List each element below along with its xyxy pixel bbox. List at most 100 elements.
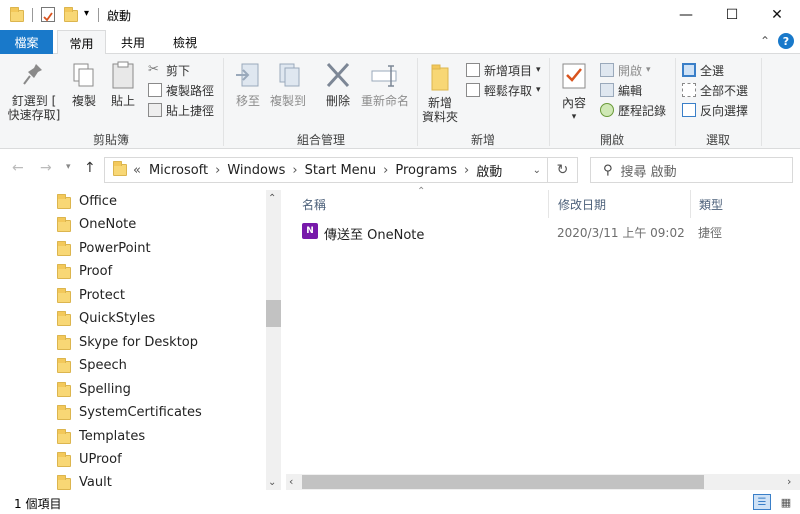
history-label: 歷程記錄	[618, 103, 667, 118]
breadcrumb-separator[interactable]: ›	[215, 163, 220, 178]
paste-shortcut-button[interactable]: 貼上捷徑	[148, 100, 214, 120]
breadcrumb-separator[interactable]: ›	[464, 163, 469, 178]
tree-item-skype[interactable]: Skype for Desktop	[57, 331, 198, 354]
breadcrumb-item[interactable]: Windows	[227, 163, 285, 178]
select-none-button[interactable]: 全部不選	[682, 80, 748, 100]
tab-file[interactable]: 檔案	[0, 30, 53, 54]
column-divider[interactable]	[690, 190, 691, 218]
breadcrumb-item[interactable]: Microsoft	[149, 163, 208, 178]
table-row[interactable]: N 傳送至 OneNote 2020/3/11 上午 09:02 捷徑	[300, 222, 790, 243]
scroll-right-icon[interactable]: ›	[787, 475, 791, 488]
copy-to-label: 複製到	[269, 94, 306, 108]
tab-home[interactable]: 常用	[57, 30, 106, 55]
invert-selection-label: 反向選擇	[700, 103, 749, 118]
new-folder-button[interactable]: 新增 資料夾	[420, 60, 460, 124]
back-arrow-icon[interactable]: ←	[12, 160, 24, 176]
window-title: 啟動	[107, 9, 132, 23]
new-folder-quick-icon[interactable]	[64, 7, 80, 26]
customize-quick-access-icon[interactable]: ▾	[84, 8, 89, 19]
column-header-type[interactable]: 類型	[699, 196, 723, 213]
large-icons-view-icon[interactable]: ▦	[777, 494, 795, 510]
breadcrumb-separator[interactable]: ›	[292, 163, 297, 178]
tab-share[interactable]: 共用	[110, 30, 156, 54]
tree-item-proof[interactable]: Proof	[57, 260, 112, 283]
address-bar[interactable]: « Microsoft › Windows › Start Menu › Pro…	[104, 157, 548, 183]
up-arrow-icon[interactable]: ↑	[84, 160, 96, 176]
folder-icon	[57, 429, 71, 444]
paste-label: 貼上	[110, 94, 135, 108]
copy-button[interactable]: 複製	[66, 60, 102, 108]
paste-button[interactable]: 貼上	[104, 60, 142, 108]
column-divider[interactable]	[548, 190, 549, 218]
history-button[interactable]: 歷程記錄	[600, 100, 666, 120]
copy-to-icon	[279, 63, 300, 87]
scroll-left-icon[interactable]: ‹	[289, 475, 293, 488]
nav-pane-scrollbar[interactable]	[266, 190, 281, 490]
tree-item-speech[interactable]: Speech	[57, 354, 127, 377]
breadcrumb-separator[interactable]: ›	[383, 163, 388, 178]
properties-quick-icon[interactable]	[41, 7, 55, 22]
tree-item-protect[interactable]: Protect	[57, 284, 125, 307]
easy-access-button[interactable]: 輕鬆存取 ▾	[466, 80, 541, 100]
tree-item-templates[interactable]: Templates	[57, 425, 145, 448]
move-to-label: 移至	[235, 94, 260, 108]
invert-selection-button[interactable]: 反向選擇	[682, 100, 748, 120]
breadcrumb-overflow-icon[interactable]: «	[133, 163, 141, 178]
tree-item-onenote[interactable]: OneNote	[57, 213, 136, 236]
search-input[interactable]: 搜尋 啟動	[621, 161, 677, 180]
scroll-up-icon[interactable]: ⌃	[268, 193, 276, 204]
move-to-icon	[236, 63, 259, 87]
details-view-icon[interactable]: ☰	[753, 494, 771, 510]
tree-item-label: Proof	[79, 264, 113, 279]
breadcrumb-item[interactable]: 啟動	[476, 161, 502, 180]
column-header-name[interactable]: 名稱	[302, 196, 326, 213]
search-box[interactable]: ⚲ 搜尋 啟動	[590, 157, 793, 183]
help-icon[interactable]: ?	[778, 33, 794, 49]
recent-locations-icon[interactable]: ▾	[66, 162, 71, 172]
minimize-button[interactable]: —	[663, 0, 709, 30]
address-dropdown-icon[interactable]: ⌄	[533, 165, 541, 176]
select-group-label: 選取	[705, 133, 730, 147]
paste-icon	[112, 61, 134, 89]
breadcrumb-item[interactable]: Programs	[395, 163, 457, 178]
horizontal-scroll-thumb[interactable]	[302, 475, 704, 489]
move-to-button[interactable]: 移至	[232, 60, 264, 108]
folder-icon	[57, 311, 71, 326]
edit-button[interactable]: 編輯	[600, 80, 666, 100]
navigation-pane[interactable]: Office OneNote PowerPoint Proof Protect …	[0, 188, 284, 491]
tree-item-powerpoint[interactable]: PowerPoint	[57, 237, 151, 260]
pin-quick-access-button[interactable]: 釘選到 [ 快速存取]	[2, 60, 66, 122]
new-item-icon	[466, 63, 480, 77]
cut-button[interactable]: ✂ 剪下	[148, 60, 214, 80]
tab-view[interactable]: 檢視	[162, 30, 208, 54]
collapse-ribbon-icon[interactable]: ⌃	[760, 34, 770, 48]
tree-item-quickstyles[interactable]: QuickStyles	[57, 307, 155, 330]
select-all-button[interactable]: 全選	[682, 60, 748, 80]
refresh-button[interactable]: ↻	[548, 157, 578, 183]
folder-icon	[57, 194, 71, 209]
forward-arrow-icon[interactable]: →	[40, 160, 52, 176]
delete-button[interactable]: 刪除	[322, 60, 354, 108]
new-item-button[interactable]: 新增項目 ▾	[466, 60, 541, 80]
properties-button[interactable]: 內容 ▾	[556, 60, 592, 124]
tree-item-office[interactable]: Office	[57, 190, 117, 213]
column-header-date[interactable]: 修改日期	[558, 196, 606, 213]
nav-pane-scroll-thumb[interactable]	[266, 300, 281, 327]
tree-item-spelling[interactable]: Spelling	[57, 378, 131, 401]
select-none-icon	[682, 83, 696, 97]
scroll-down-icon[interactable]: ⌄	[268, 477, 276, 488]
folder-icon	[57, 217, 71, 232]
tree-item-label: OneNote	[79, 217, 137, 232]
copy-to-button[interactable]: 複製到	[268, 60, 308, 108]
maximize-button[interactable]: ☐	[709, 0, 755, 30]
dropdown-arrow-icon: ▾	[646, 65, 651, 75]
rename-button[interactable]: 重新命名	[358, 60, 412, 108]
breadcrumb-item[interactable]: Start Menu	[305, 163, 377, 178]
new-folder-icon	[431, 64, 449, 91]
copy-path-button[interactable]: 複製路徑	[148, 80, 214, 100]
tree-item-uproof[interactable]: UProof	[57, 448, 122, 471]
open-button[interactable]: 開啟 ▾	[600, 60, 666, 80]
tree-item-systemcertificates[interactable]: SystemCertificates	[57, 401, 202, 424]
folder-icon	[113, 161, 127, 176]
close-button[interactable]: ✕	[754, 0, 800, 30]
